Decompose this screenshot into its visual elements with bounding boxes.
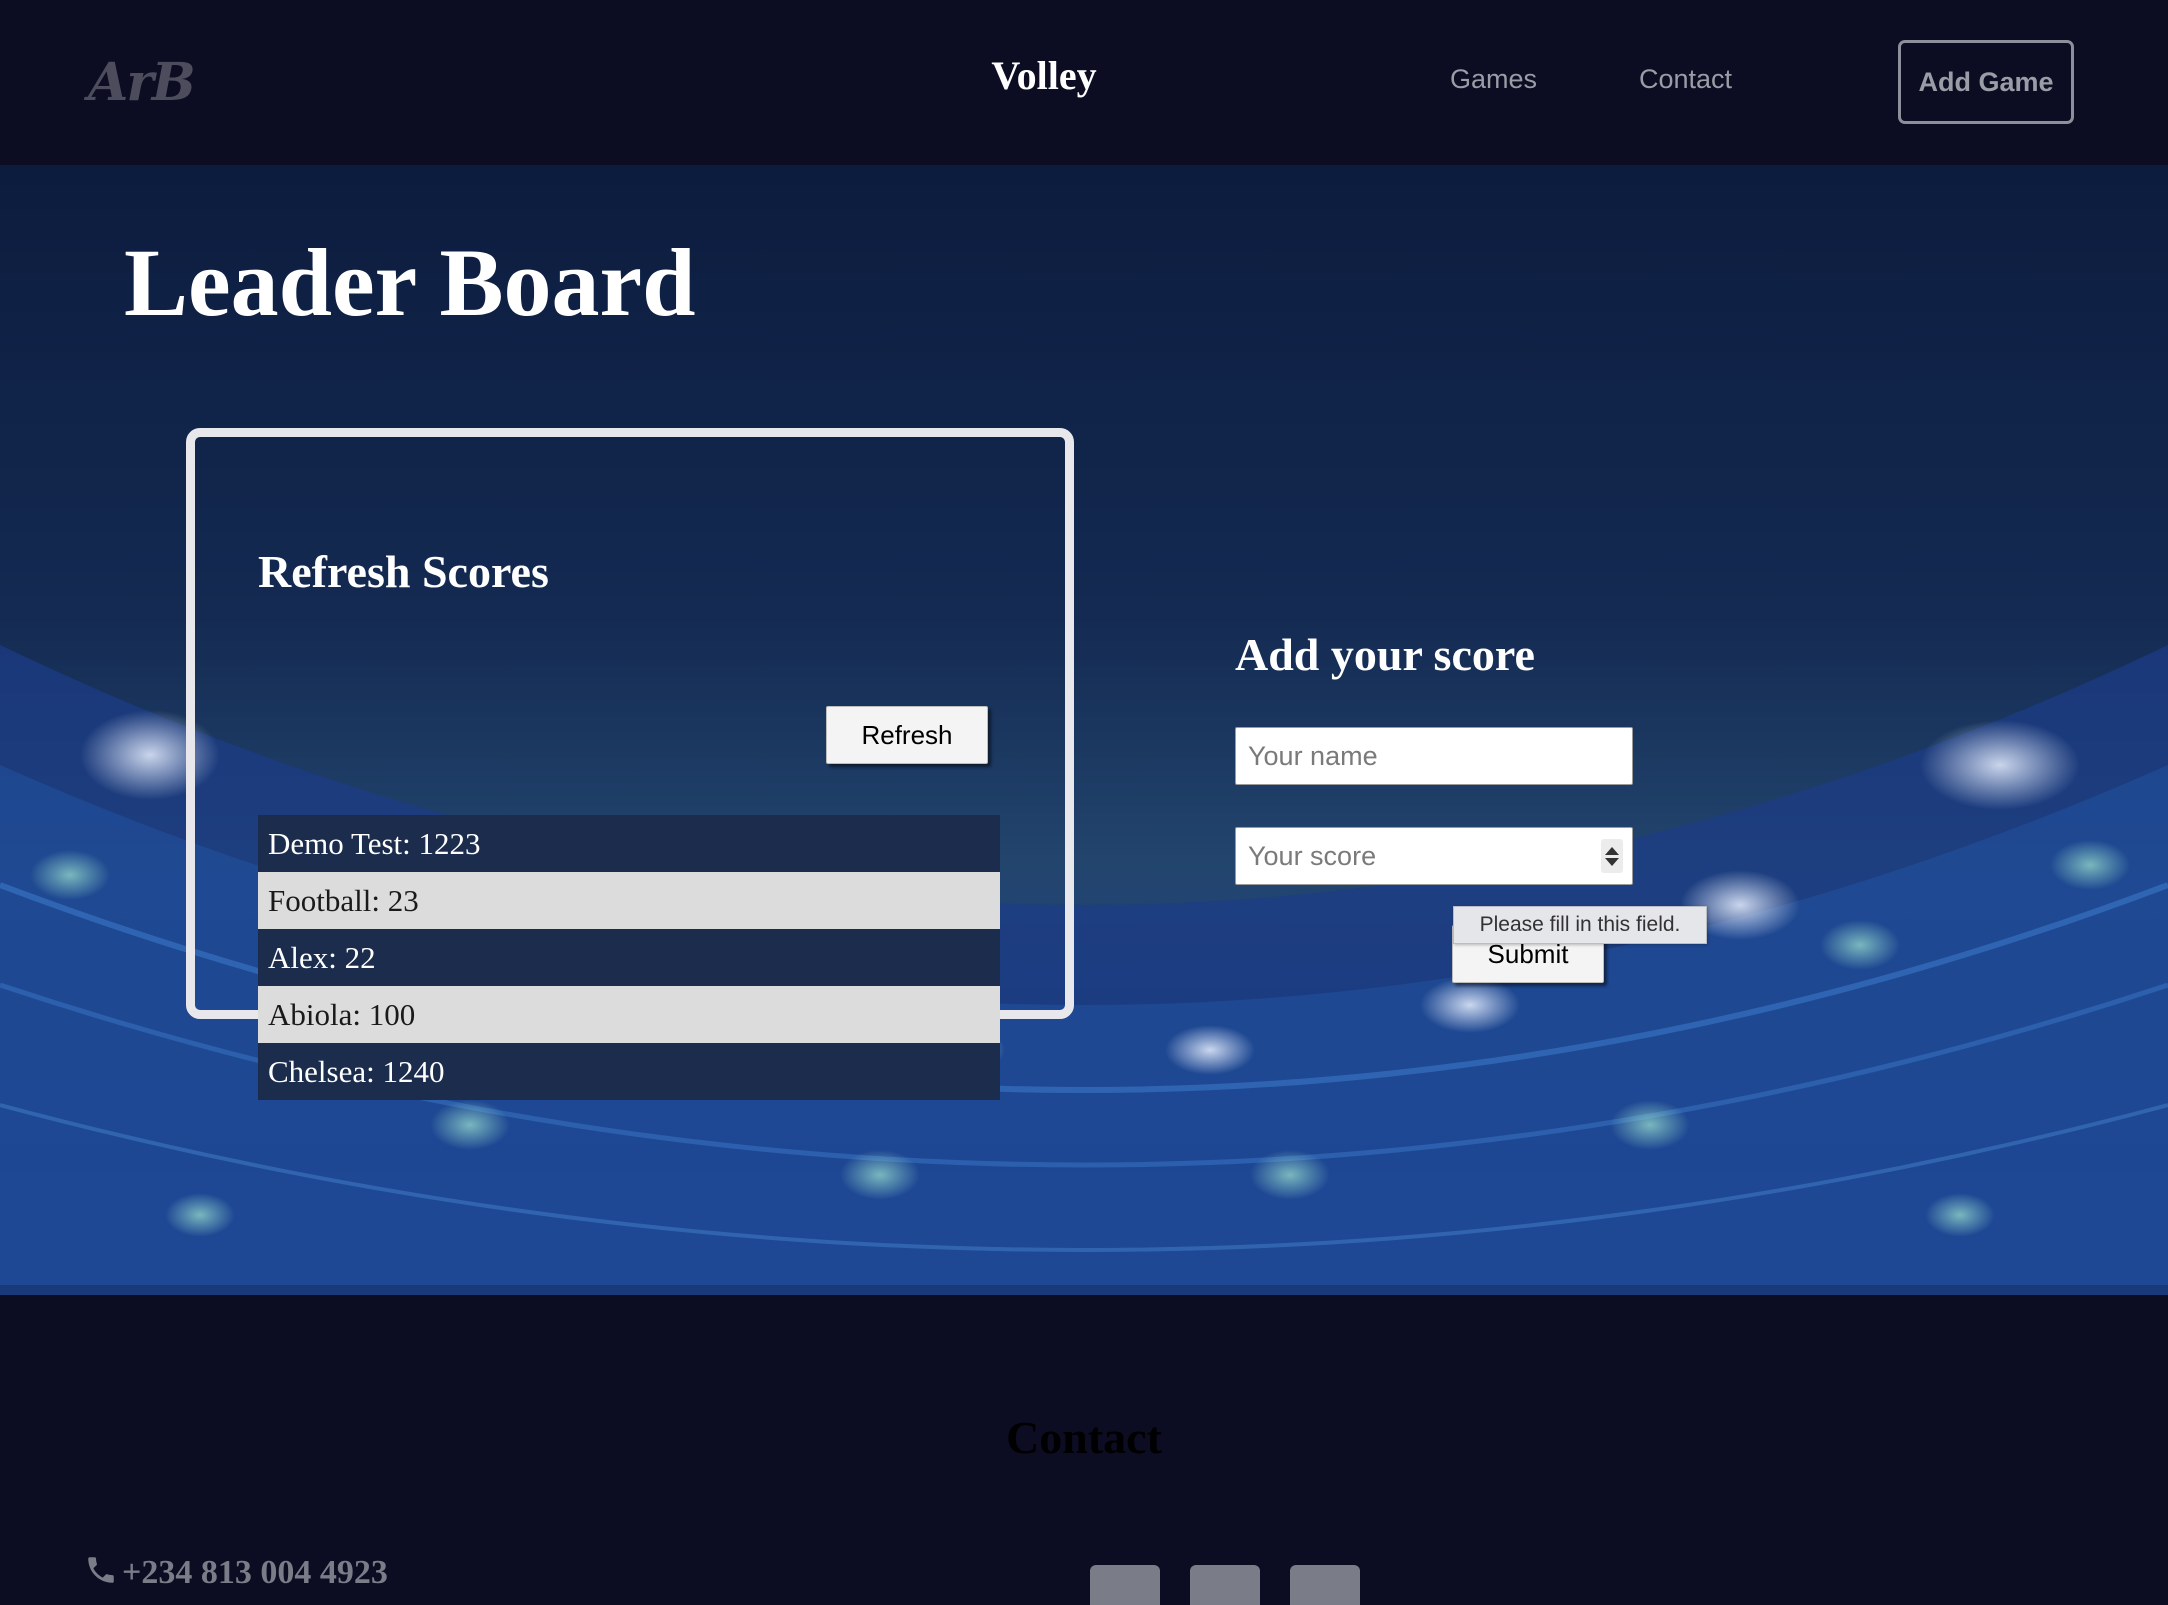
navbar: ArB Volley Games Contact Add Game (0, 0, 2168, 165)
spinner-up-icon[interactable] (1605, 846, 1619, 855)
phone-contact[interactable]: +234 813 004 4923 (84, 1553, 388, 1592)
spinner-down-icon[interactable] (1605, 857, 1619, 866)
nav-link-contact[interactable]: Contact (1639, 64, 1732, 95)
brand-title: Volley (991, 53, 1097, 98)
number-spinner[interactable] (1601, 839, 1623, 873)
contact-title: Contact (1006, 1412, 1162, 1463)
page-title: Leader Board (124, 229, 696, 336)
hero-section: Leader Board Refresh Scores Refresh Demo… (0, 165, 2168, 1295)
logo[interactable]: ArB (88, 52, 196, 113)
footer: Contact +234 813 004 4923 (0, 1295, 2168, 1605)
add-game-button[interactable]: Add Game (1898, 40, 2074, 124)
score-item: Demo Test: 1223 (258, 815, 1000, 872)
scores-list: Demo Test: 1223 Football: 23 Alex: 22 Ab… (258, 815, 1000, 1100)
phone-number: +234 813 004 4923 (122, 1554, 388, 1591)
score-item: Football: 23 (258, 872, 1000, 929)
social-icon-2[interactable] (1190, 1565, 1260, 1605)
phone-icon (88, 1557, 114, 1583)
score-item: Alex: 22 (258, 929, 1000, 986)
score-item: Abiola: 100 (258, 986, 1000, 1043)
validation-tooltip: Please fill in this field. (1453, 906, 1707, 944)
refresh-button[interactable]: Refresh (826, 706, 988, 764)
add-score-title: Add your score (1235, 629, 1535, 680)
nav-link-games[interactable]: Games (1450, 64, 1537, 95)
score-item: Chelsea: 1240 (258, 1043, 1000, 1100)
name-input[interactable] (1235, 727, 1633, 785)
score-field (1235, 827, 1633, 885)
social-icon-3[interactable] (1290, 1565, 1360, 1605)
social-icon-1[interactable] (1090, 1565, 1160, 1605)
scores-card-title: Refresh Scores (258, 546, 549, 597)
score-input[interactable] (1235, 827, 1633, 885)
